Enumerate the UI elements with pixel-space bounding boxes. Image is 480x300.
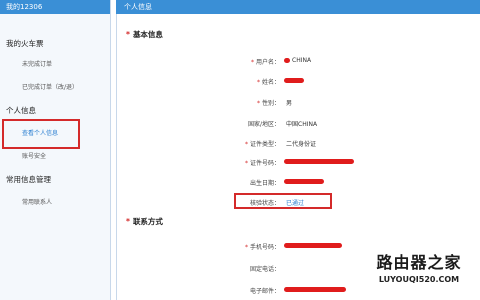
sidebar-section-tickets: 我的火车票 — [6, 39, 44, 48]
watermark-url: LUYOUQI520.COM — [378, 275, 460, 284]
row-label: 国家/地区： — [247, 121, 280, 128]
row-label: * 用户名： — [250, 59, 280, 66]
redaction-mark — [284, 159, 354, 164]
row-label: * 手机号码： — [244, 244, 280, 251]
redaction-mark — [284, 243, 342, 248]
required-star-icon: * — [126, 217, 130, 226]
row-label: * 证件号码： — [244, 160, 280, 167]
gender-value: 男 — [286, 100, 293, 107]
redaction-mark — [284, 287, 346, 292]
sidebar-section-personal-info: 个人信息 — [6, 106, 36, 115]
row-label: 出生日期： — [249, 180, 280, 187]
row-birthdate: 出生日期： — [116, 178, 480, 190]
redaction-mark — [284, 58, 290, 63]
username-value: CHINA — [292, 57, 312, 64]
row-id-type: * 证件类型： 二代身份证 — [116, 139, 480, 151]
watermark-title: 路由器之家 — [376, 253, 462, 272]
row-id-number: * 证件号码： — [116, 158, 480, 170]
sidebar-item-finished-orders[interactable]: 已完成订单（改/退） — [0, 82, 110, 91]
sidebar: 我的12306 我的火车票 未完成订单 已完成订单（改/退） 个人信息 查看个人… — [0, 0, 111, 300]
row-username: * 用户名： CHINA — [116, 57, 480, 69]
row-gender: * 性别： 男 — [116, 98, 480, 110]
id-type-value: 二代身份证 — [286, 141, 317, 148]
row-label: 电子邮件： — [249, 288, 280, 295]
section-title-contact-label: 联系方式 — [132, 217, 163, 226]
watermark-logo: 路由器之家 LUYOUQI520.COM — [364, 252, 474, 292]
redaction-mark — [284, 179, 324, 184]
sidebar-item-contacts[interactable]: 常用联系人 — [0, 197, 110, 206]
highlight-box-verify-status — [234, 193, 332, 209]
sidebar-header: 我的12306 — [0, 0, 110, 14]
sidebar-item-account-security[interactable]: 账号安全 — [0, 151, 110, 160]
sidebar-section-common-info: 常用信息管理 — [6, 175, 51, 184]
row-label: * 性别： — [256, 100, 280, 107]
row-name: * 姓名： — [116, 77, 480, 89]
row-country: 国家/地区： 中国CHINA — [116, 119, 480, 131]
section-title-contact: * 联系方式 — [126, 216, 163, 227]
row-label: 固定电话： — [249, 266, 280, 273]
required-star-icon: * — [126, 30, 130, 39]
sidebar-item-unfinished-orders[interactable]: 未完成订单 — [0, 59, 110, 68]
row-label: * 姓名： — [256, 79, 280, 86]
country-value: 中国CHINA — [286, 121, 318, 128]
highlight-box-view-personal-info — [2, 119, 80, 149]
redaction-mark — [284, 78, 304, 83]
row-label: * 证件类型： — [244, 141, 280, 148]
main-header: 个人信息 — [116, 0, 480, 14]
section-title-basic: * 基本信息 — [126, 29, 163, 40]
section-title-basic-label: 基本信息 — [132, 30, 163, 39]
